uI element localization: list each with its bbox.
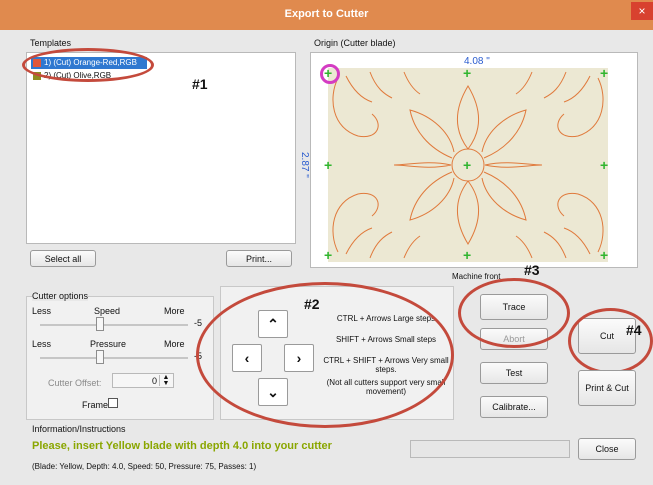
pressure-less-label: Less xyxy=(32,339,52,349)
height-dimension: 2.87 " xyxy=(299,152,310,178)
origin-plus-icon[interactable]: + xyxy=(324,248,332,262)
annotation-oval-3 xyxy=(458,278,570,348)
close-button[interactable]: Close xyxy=(578,438,636,460)
templates-label: Templates xyxy=(30,38,72,48)
origin-plus-icon[interactable]: + xyxy=(600,66,608,80)
calibrate-button[interactable]: Calibrate... xyxy=(480,396,548,418)
frame-label: Frame xyxy=(82,400,109,410)
annotation-1: #1 xyxy=(192,76,208,92)
annotation-oval-1 xyxy=(22,48,154,82)
petal-bottom xyxy=(456,180,480,245)
pressure-slider[interactable] xyxy=(40,357,188,359)
origin-plus-icon[interactable]: + xyxy=(600,248,608,262)
speed-label: Speed xyxy=(94,306,121,316)
select-all-button[interactable]: Select all xyxy=(30,250,96,267)
origin-plus-icon[interactable]: + xyxy=(463,158,471,172)
origin-plus-icon[interactable]: + xyxy=(324,158,332,172)
cutter-offset-input[interactable]: 0 ▲ ▼ xyxy=(112,373,174,388)
pressure-label: Pressure xyxy=(90,339,127,349)
speed-less-label: Less xyxy=(32,306,52,316)
cutter-options-label: Cutter options xyxy=(32,291,89,301)
cutter-offset-label: Cutter Offset: xyxy=(48,378,102,388)
info-label: Information/Instructions xyxy=(32,424,126,434)
annotation-oval-4 xyxy=(568,308,653,374)
petal-top xyxy=(456,85,480,150)
origin-plus-icon[interactable]: + xyxy=(463,248,471,262)
pressure-slider-thumb[interactable] xyxy=(96,350,104,364)
close-window-icon[interactable]: × xyxy=(631,2,653,20)
speed-more-label: More xyxy=(164,306,185,316)
origin-plus-icon[interactable]: + xyxy=(600,158,608,172)
print-button[interactable]: Print... xyxy=(226,250,292,267)
title-bar: Export to Cutter × xyxy=(0,0,653,30)
speed-value: -5 xyxy=(194,318,203,328)
speed-slider[interactable] xyxy=(40,324,188,326)
print-and-cut-button[interactable]: Print & Cut xyxy=(578,370,636,406)
pressure-more-label: More xyxy=(164,339,185,349)
annotation-3: #3 xyxy=(524,262,540,278)
speed-slider-thumb[interactable] xyxy=(96,317,104,331)
spinner-icon[interactable]: ▲ ▼ xyxy=(159,374,172,387)
origin-plus-icon[interactable]: + xyxy=(463,66,471,80)
annotation-oval-2 xyxy=(196,282,454,428)
info-detail: (Blade: Yellow, Depth: 4.0, Speed: 50, P… xyxy=(32,462,257,471)
frame-checkbox[interactable] xyxy=(108,398,118,408)
info-instruction: Please, insert Yellow blade with depth 4… xyxy=(32,440,332,452)
progress-bar xyxy=(410,440,570,458)
cutter-offset-value: 0 xyxy=(151,376,157,386)
origin-plus-icon[interactable]: + xyxy=(324,66,332,80)
test-button[interactable]: Test xyxy=(480,362,548,384)
window-title: Export to Cutter xyxy=(284,8,369,20)
origin-label: Origin (Cutter blade) xyxy=(314,38,396,48)
